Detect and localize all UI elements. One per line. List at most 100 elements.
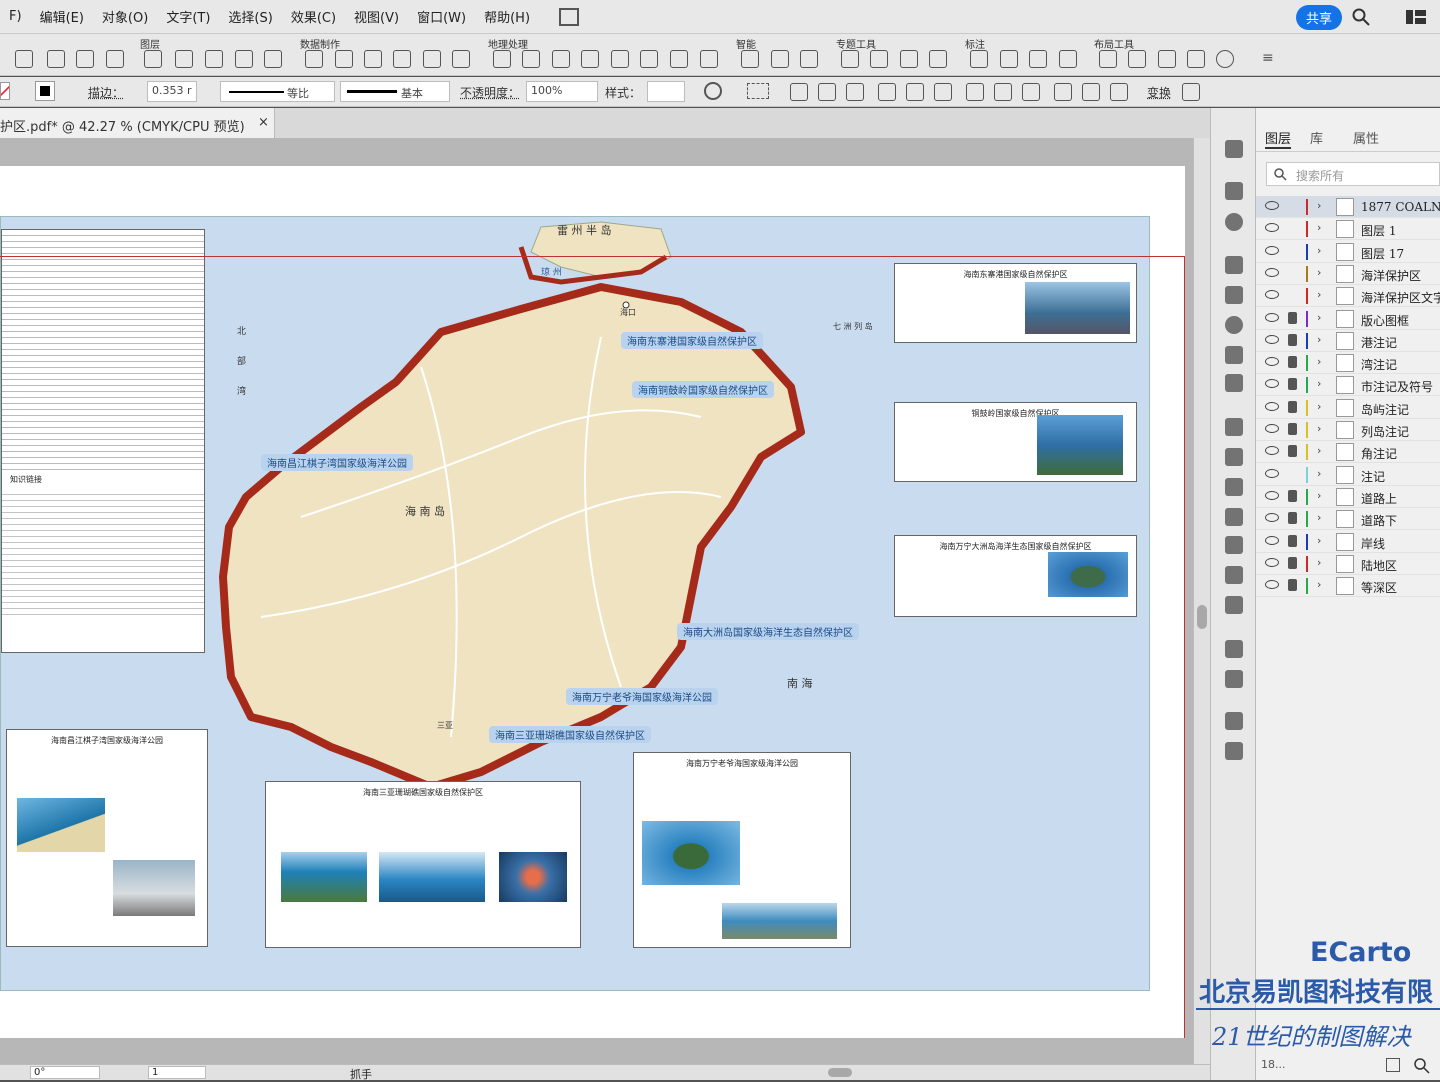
layout-frame-icon[interactable] [1128, 50, 1146, 68]
menu-object[interactable]: 对象(O) [93, 7, 157, 26]
expand-chevron-icon[interactable]: › [1317, 266, 1321, 279]
visibility-eye-icon[interactable] [1265, 334, 1279, 344]
layer-name[interactable]: 港注记 [1361, 334, 1397, 351]
layer-name[interactable]: 注记 [1361, 468, 1385, 485]
geo-settings-icon[interactable] [700, 50, 718, 68]
thematic-pin-icon[interactable] [841, 50, 859, 68]
expand-chevron-icon[interactable]: › [1317, 489, 1321, 502]
layer-row[interactable]: › 列岛注记 [1256, 419, 1440, 441]
layout-scale-icon[interactable] [1158, 50, 1176, 68]
distribute-top-icon[interactable] [966, 83, 984, 101]
pin-icon[interactable] [364, 50, 382, 68]
character-icon[interactable] [1225, 418, 1243, 436]
opacity-input[interactable]: 100% [526, 81, 598, 102]
lock-icon[interactable] [1288, 311, 1297, 324]
geo-network-icon[interactable] [670, 50, 688, 68]
layer-name[interactable]: 角注记 [1361, 445, 1397, 462]
stroke-swatch[interactable] [35, 81, 55, 101]
lock-icon[interactable] [1288, 445, 1297, 458]
menu-help[interactable]: 帮助(H) [475, 7, 539, 26]
table-icon[interactable] [175, 50, 193, 68]
horizontal-scroll-thumb[interactable] [828, 1068, 852, 1077]
workspace-switcher-icon[interactable] [1406, 10, 1426, 24]
layer-row[interactable]: › 注记 [1256, 464, 1440, 486]
layer-row[interactable]: › 道路下 [1256, 508, 1440, 531]
layer-row[interactable]: › 图层 17 [1256, 241, 1440, 263]
layer-name[interactable]: 海洋保护区文字 [1361, 289, 1440, 306]
geo-select-icon[interactable] [493, 50, 511, 68]
stroke-label[interactable]: 描边： [88, 84, 124, 101]
navigator-icon[interactable] [1225, 640, 1243, 658]
symbols-icon[interactable] [1225, 182, 1243, 200]
reserve-label-dazhoudao[interactable]: 海南大洲岛国家级海洋生态自然保护区 [677, 623, 859, 640]
canvas[interactable]: 雷 州 半 岛 海 南 岛 南 海 北 部 湾 海口 七 洲 列 岛 琼 州 三… [0, 138, 1193, 1064]
align-vcenter-icon[interactable] [906, 83, 924, 101]
visibility-eye-icon[interactable] [1265, 357, 1279, 367]
layer-name[interactable]: 市注记及符号 [1361, 378, 1433, 395]
align-right-icon[interactable] [846, 83, 864, 101]
upload-icon[interactable] [15, 50, 33, 68]
layer-search-input[interactable]: 搜索所有 [1266, 162, 1440, 186]
expand-chevron-icon[interactable]: › [1317, 400, 1321, 413]
visibility-eye-icon[interactable] [1265, 201, 1279, 210]
reserve-label-sanya-coral[interactable]: 海南三亚珊瑚礁国家级自然保护区 [489, 726, 651, 743]
visibility-eye-icon[interactable] [1265, 290, 1279, 300]
variable-width-profile[interactable]: 等比 [220, 81, 335, 102]
expand-chevron-icon[interactable]: › [1317, 288, 1321, 301]
expand-chevron-icon[interactable]: › [1317, 534, 1321, 547]
thematic-grid-icon[interactable] [929, 50, 947, 68]
geo-line-icon[interactable] [522, 50, 540, 68]
lock-icon[interactable] [1288, 556, 1297, 569]
align-bottom-icon[interactable] [934, 83, 952, 101]
node-icon[interactable] [423, 50, 441, 68]
frame-icon[interactable] [235, 50, 253, 68]
expand-chevron-icon[interactable]: › [1317, 467, 1321, 480]
image-trace-icon[interactable] [1225, 478, 1243, 496]
rotation-input[interactable]: 0° [30, 1066, 100, 1079]
vertical-scroll-thumb[interactable] [1197, 605, 1207, 629]
tab-properties[interactable]: 属性 [1353, 128, 1379, 147]
thematic-ellipse-icon[interactable] [870, 50, 888, 68]
lock-icon[interactable] [1288, 489, 1297, 502]
search-icon[interactable] [1352, 8, 1370, 26]
visibility-eye-icon[interactable] [1265, 424, 1279, 433]
close-tab-icon[interactable]: × [258, 115, 269, 130]
locate-object-icon[interactable] [1386, 1058, 1400, 1072]
list-icon[interactable] [264, 50, 282, 68]
layer-tool-icon[interactable] [144, 50, 162, 68]
sheet-icon[interactable] [393, 50, 411, 68]
add-point-icon[interactable] [335, 50, 353, 68]
layer-row[interactable]: › 海洋保护区 [1256, 263, 1440, 285]
reserve-label-tonggulin[interactable]: 海南铜鼓岭国家级自然保护区 [632, 381, 774, 398]
smart-split-icon[interactable] [771, 50, 789, 68]
layer-name[interactable]: 道路上 [1361, 490, 1397, 507]
distribute-bottom-icon[interactable] [1022, 83, 1040, 101]
expand-chevron-icon[interactable]: › [1317, 511, 1321, 524]
layer-name[interactable]: 岸线 [1361, 535, 1385, 552]
layer-row[interactable]: › 岛屿注记 [1256, 397, 1440, 419]
color-icon[interactable] [76, 50, 94, 68]
expand-chevron-icon[interactable]: › [1317, 244, 1321, 257]
menu-edit[interactable]: 编辑(E) [31, 7, 93, 26]
document-tab[interactable]: 护区.pdf* @ 42.27 % (CMYK/CPU 预览) × [0, 108, 275, 138]
layer-row[interactable]: › 陆地区 [1256, 553, 1440, 575]
export-icon[interactable] [47, 50, 65, 68]
visibility-eye-icon[interactable] [1265, 223, 1279, 233]
vertical-scrollbar[interactable] [1193, 138, 1210, 1064]
lock-icon[interactable] [1288, 356, 1297, 369]
tab-libraries[interactable]: 库 [1310, 128, 1323, 147]
lock-icon[interactable] [1288, 534, 1297, 547]
visibility-eye-icon[interactable] [1265, 312, 1279, 322]
links-icon[interactable] [1225, 742, 1243, 760]
color-guide-icon[interactable] [1225, 213, 1243, 231]
gradient-icon[interactable] [1225, 566, 1243, 584]
brushes-icon[interactable] [1225, 256, 1243, 274]
lock-icon[interactable] [1288, 400, 1297, 413]
geo-merge-icon[interactable] [611, 50, 629, 68]
layer-row[interactable]: › 岸线 [1256, 531, 1440, 553]
layer-row[interactable]: › 海洋保护区文字 [1256, 285, 1440, 308]
appearance-icon[interactable] [1225, 140, 1243, 158]
layer-name[interactable]: 等深区 [1361, 579, 1397, 596]
globe-icon[interactable] [1225, 448, 1243, 466]
expand-chevron-icon[interactable]: › [1317, 556, 1321, 569]
